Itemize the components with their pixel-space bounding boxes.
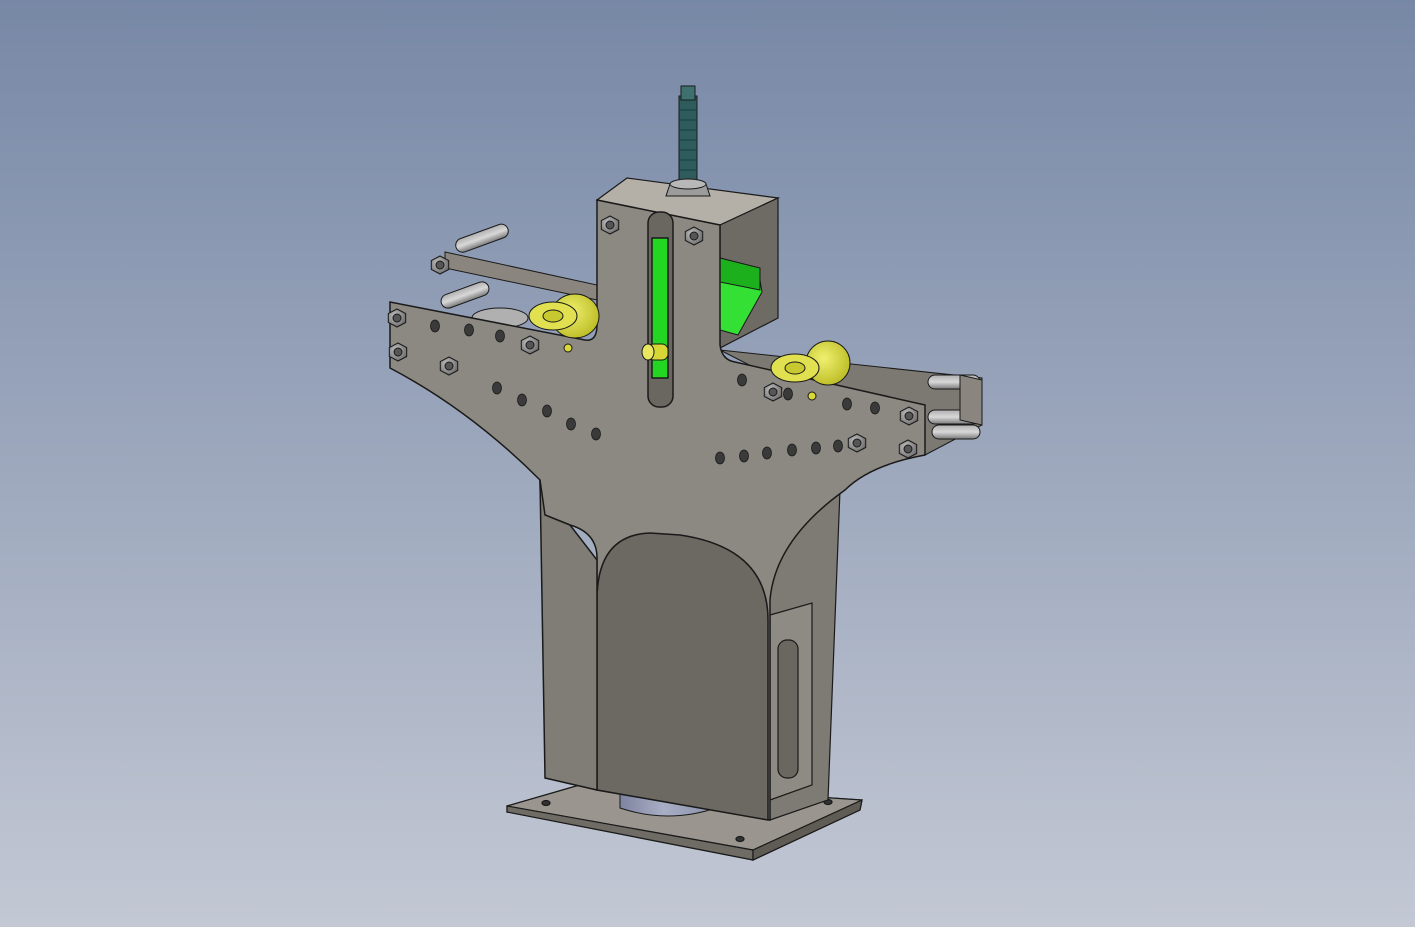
hex-nut bbox=[439, 356, 459, 376]
bolt-hole bbox=[842, 397, 852, 411]
bolt-hole bbox=[715, 451, 725, 465]
hex-nut bbox=[387, 308, 407, 328]
bolt-hole bbox=[566, 417, 576, 431]
bolt-hole bbox=[430, 319, 440, 333]
bolt-hole bbox=[787, 443, 797, 457]
bolt-hole bbox=[591, 427, 601, 441]
bolt-hole bbox=[517, 393, 527, 407]
bolt-hole bbox=[737, 373, 747, 387]
model-render bbox=[0, 0, 1415, 927]
bolt-hole bbox=[833, 439, 843, 453]
bolt-hole bbox=[762, 446, 772, 460]
hex-nut bbox=[847, 433, 867, 453]
center-pin bbox=[641, 343, 669, 361]
bolt-hole bbox=[811, 441, 821, 455]
hex-nut bbox=[898, 439, 918, 459]
bolt-hole bbox=[739, 449, 749, 463]
bolt-hole bbox=[783, 387, 793, 401]
bolt-hole bbox=[542, 404, 552, 418]
hex-nut bbox=[520, 335, 540, 355]
pin-hole-left bbox=[563, 343, 573, 353]
hex-nut bbox=[600, 215, 620, 235]
bolt-hole bbox=[870, 401, 880, 415]
hex-nut bbox=[763, 382, 783, 402]
hex-nut bbox=[684, 226, 704, 246]
hex-nut bbox=[899, 406, 919, 426]
hex-nut bbox=[430, 255, 450, 275]
pin-hole-right bbox=[807, 391, 817, 401]
bolt-hole bbox=[495, 329, 505, 343]
cad-viewport[interactable] bbox=[0, 0, 1415, 927]
bolt-hole bbox=[492, 381, 502, 395]
hex-nut bbox=[388, 342, 408, 362]
bolt-hole bbox=[464, 323, 474, 337]
